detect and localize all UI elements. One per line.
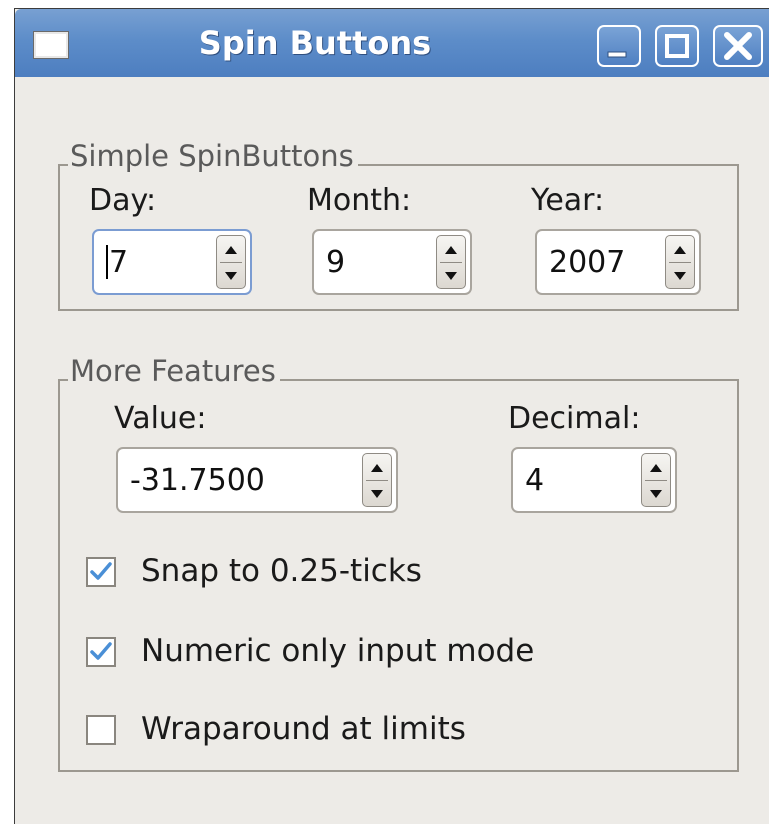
year-spinbutton[interactable]: 2007 bbox=[535, 229, 701, 295]
snap-ticks-checkbox[interactable] bbox=[86, 557, 116, 587]
day-decrement-arrow-icon[interactable] bbox=[217, 263, 245, 289]
month-spin-arrows bbox=[436, 235, 466, 289]
month-decrement-arrow-icon[interactable] bbox=[437, 263, 465, 289]
wraparound-checkbox[interactable] bbox=[86, 715, 116, 745]
month-label: Month: bbox=[307, 183, 412, 218]
value-label: Value: bbox=[114, 401, 207, 436]
simple-spinbuttons-legend: Simple SpinButtons bbox=[68, 139, 358, 173]
value-decrement-arrow-icon[interactable] bbox=[363, 481, 391, 507]
more-features-legend: More Features bbox=[68, 354, 280, 388]
numeric-only-label[interactable]: Numeric only input mode bbox=[141, 633, 534, 669]
decimal-spinbutton[interactable]: 4 bbox=[511, 447, 677, 513]
wraparound-label[interactable]: Wraparound at limits bbox=[141, 711, 466, 747]
close-icon bbox=[724, 32, 752, 60]
text-cursor bbox=[106, 245, 108, 279]
year-value[interactable]: 2007 bbox=[549, 245, 625, 281]
day-label: Day: bbox=[89, 183, 157, 218]
window-menu-icon[interactable] bbox=[33, 31, 69, 59]
value-increment-arrow-icon[interactable] bbox=[363, 454, 391, 480]
maximize-icon bbox=[665, 34, 689, 58]
value-spinbutton[interactable]: -31.7500 bbox=[116, 447, 398, 513]
close-button[interactable] bbox=[713, 25, 763, 67]
month-spinbutton[interactable]: 9 bbox=[312, 229, 472, 295]
year-spin-arrows bbox=[665, 235, 695, 289]
numeric-only-checkbox[interactable] bbox=[86, 637, 116, 667]
value-value[interactable]: -31.7500 bbox=[130, 463, 265, 499]
decimal-decrement-arrow-icon[interactable] bbox=[642, 481, 670, 507]
window-title: Spin Buttons bbox=[198, 24, 432, 62]
decimal-increment-arrow-icon[interactable] bbox=[642, 454, 670, 480]
year-increment-arrow-icon[interactable] bbox=[666, 236, 694, 262]
day-spinbutton[interactable]: 7 bbox=[92, 229, 252, 295]
month-increment-arrow-icon[interactable] bbox=[437, 236, 465, 262]
day-increment-arrow-icon[interactable] bbox=[217, 236, 245, 262]
maximize-button[interactable] bbox=[655, 25, 699, 67]
year-decrement-arrow-icon[interactable] bbox=[666, 263, 694, 289]
value-spin-arrows bbox=[362, 453, 392, 507]
day-value[interactable]: 7 bbox=[109, 245, 128, 281]
checkmark-icon bbox=[90, 642, 112, 660]
year-label: Year: bbox=[531, 183, 605, 218]
month-value[interactable]: 9 bbox=[326, 245, 345, 281]
title-bar[interactable]: Spin Buttons bbox=[15, 9, 769, 77]
snap-ticks-label[interactable]: Snap to 0.25-ticks bbox=[141, 553, 422, 589]
spin-buttons-window: Spin Buttons Simple SpinButtons Day: Mon… bbox=[14, 8, 769, 824]
day-spin-arrows bbox=[216, 235, 246, 289]
decimal-value[interactable]: 4 bbox=[525, 463, 544, 499]
minimize-button[interactable] bbox=[597, 25, 641, 67]
decimal-spin-arrows bbox=[641, 453, 671, 507]
checkmark-icon bbox=[90, 562, 112, 580]
decimal-label: Decimal: bbox=[508, 401, 641, 436]
minimize-icon bbox=[607, 51, 627, 58]
